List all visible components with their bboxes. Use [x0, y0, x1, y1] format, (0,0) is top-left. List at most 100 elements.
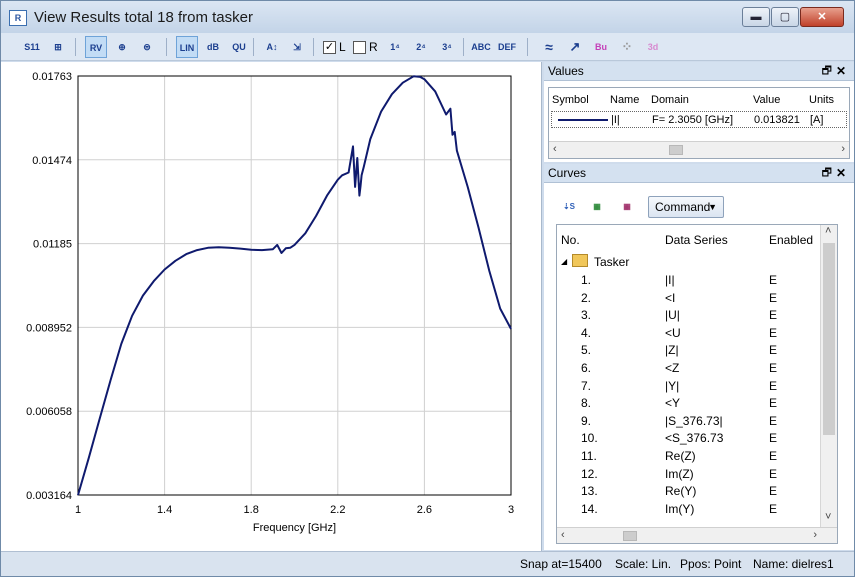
sort-curves-icon[interactable]: ⇣S — [558, 196, 580, 218]
curve-row[interactable]: 2. <I E — [557, 289, 819, 307]
smith-button[interactable]: ⊜ — [136, 36, 158, 58]
float-icon[interactable]: 🗗 — [822, 164, 832, 183]
split-button[interactable]: ⊞ — [47, 36, 69, 58]
curve-row[interactable]: 13. Re(Y) E — [557, 482, 819, 500]
window-title: View Results total 18 from tasker — [34, 9, 253, 26]
y-tick-label: 0.008952 — [26, 322, 72, 334]
folder-icon — [572, 254, 588, 267]
marker-def-button[interactable]: DEF — [496, 36, 518, 58]
export-button[interactable]: ↗ — [564, 36, 586, 58]
series-symbol-icon — [558, 119, 608, 121]
scroll-down-icon[interactable]: ˅ — [825, 511, 831, 523]
scroll-left-icon[interactable]: ‹ — [553, 143, 557, 155]
curve-row-series: <S_376.73 — [665, 431, 724, 446]
db-button[interactable]: dB — [202, 36, 224, 58]
polar-button[interactable]: ⊕ — [111, 36, 133, 58]
dots-button[interactable]: ⁘ — [616, 36, 638, 58]
curve-row-no: 8. — [581, 396, 592, 411]
scroll-right-icon[interactable]: › — [841, 143, 845, 155]
tree-group-tasker[interactable]: ◢ Tasker — [557, 253, 819, 271]
x-tick-label: 1.4 — [157, 504, 172, 516]
app-window: R View Results total 18 from tasker ▬ ▢ … — [0, 0, 855, 577]
close-icon[interactable]: ✕ — [836, 62, 846, 81]
curve-row-enabled: E — [769, 466, 778, 481]
marker2-button[interactable]: 2⁴ — [410, 36, 432, 58]
curve-row[interactable]: 3. |U| E — [557, 306, 819, 324]
curve-row-no: 10. — [581, 431, 598, 446]
curve-row[interactable]: 14. Im(Y) E — [557, 500, 819, 518]
title-bar[interactable]: R View Results total 18 from tasker ▬ ▢ … — [1, 1, 854, 33]
right-axis-checkbox[interactable] — [353, 41, 366, 54]
x-tick-label: 1.8 — [244, 504, 259, 516]
close-icon[interactable]: ✕ — [836, 164, 846, 183]
maximize-button[interactable]: ▢ — [771, 7, 799, 27]
x-tick-label: 2.2 — [330, 504, 345, 516]
expand-arrow-icon[interactable]: ◢ — [561, 257, 567, 266]
curve-row-no: 4. — [581, 325, 592, 340]
curve-row[interactable]: 12. Im(Z) E — [557, 465, 819, 483]
scroll-thumb[interactable] — [669, 145, 683, 155]
float-icon[interactable]: 🗗 — [822, 62, 832, 81]
plot-area[interactable]: 1 1.4 1.8 2.2 2.6 3 0.01763 0.01474 0.01185 0.008… — [1, 62, 542, 551]
scroll-left-icon[interactable]: ‹ — [561, 529, 565, 541]
left-axis-checkbox[interactable]: ✓ — [323, 41, 336, 54]
scroll-up-icon[interactable]: ˄ — [825, 225, 831, 237]
curve-row[interactable]: 4. <U E — [557, 324, 819, 342]
command-dropdown[interactable]: Command ▼ — [648, 196, 724, 218]
curve-row-enabled: E — [769, 325, 778, 340]
values-hscrollbar[interactable]: ‹ › — [549, 141, 849, 158]
curve-row-enabled: E — [769, 396, 778, 411]
curve-row[interactable]: 5. |Z| E — [557, 341, 819, 359]
y-tick-label: 0.003164 — [26, 490, 72, 502]
s11-button[interactable]: S11 — [21, 36, 43, 58]
axis-fit-button[interactable]: ⇲ — [286, 36, 308, 58]
values-row-name: |I| — [611, 114, 620, 126]
curves-vscrollbar[interactable]: ˄ ˅ — [820, 225, 837, 527]
curve-row[interactable]: 6. <Z E — [557, 359, 819, 377]
3d-button[interactable]: 3d — [642, 36, 664, 58]
toolbar-separator — [527, 38, 528, 56]
curve-row-no: 5. — [581, 343, 592, 358]
curve-row-series: <U — [665, 325, 681, 340]
wave-button[interactable]: ≈ — [538, 36, 560, 58]
bus-button[interactable]: Bu — [590, 36, 612, 58]
curve-row[interactable]: 9. |S_376.73| E — [557, 412, 819, 430]
curves-grid: No. Data Series Enabled ◢ Tasker 1. |I| E 2… — [556, 224, 838, 544]
lin-button[interactable]: LIN — [176, 36, 198, 58]
line-chart[interactable]: 1 1.4 1.8 2.2 2.6 3 0.01763 0.01474 0.01185 0.008… — [1, 62, 542, 551]
scroll-thumb[interactable] — [823, 243, 835, 435]
values-col-symbol: Symbol — [552, 94, 589, 106]
curve-row-series: Im(Y) — [665, 501, 695, 516]
curve-row-enabled: E — [769, 308, 778, 323]
y-tick-label: 0.01474 — [32, 155, 72, 167]
toolbar-separator — [75, 38, 76, 56]
zoom-fit-button[interactable]: RV — [85, 36, 107, 58]
curve-row[interactable]: 1. |I| E — [557, 271, 819, 289]
curve-row-series: |Z| — [665, 343, 679, 358]
minimize-button[interactable]: ▬ — [742, 7, 770, 27]
curves-col-enabled: Enabled — [769, 233, 814, 247]
series-line-0[interactable] — [77, 75, 512, 496]
values-col-units: Units — [809, 94, 835, 106]
qu-button[interactable]: QU — [228, 36, 250, 58]
grid-view-icon[interactable]: ▦ — [586, 196, 608, 218]
axis-a-button[interactable]: A↕ — [261, 36, 283, 58]
status-bar: Snap at=15400 Scale: Lin. Ppos: Point Na… — [1, 551, 854, 576]
curve-row-series: Im(Z) — [665, 466, 694, 481]
scroll-thumb[interactable] — [623, 531, 637, 541]
toolbar-separator — [463, 38, 464, 56]
marker-abc-button[interactable]: ABC — [470, 36, 492, 58]
grid-edit-icon[interactable]: ▦ — [616, 196, 638, 218]
close-button[interactable]: ✕ — [800, 7, 844, 27]
scroll-right-icon[interactable]: › — [813, 529, 817, 541]
marker3-button[interactable]: 3⁴ — [436, 36, 458, 58]
curve-row-enabled: E — [769, 431, 778, 446]
curve-row-enabled: E — [769, 361, 778, 375]
curves-hscrollbar[interactable]: ‹ › — [557, 527, 837, 543]
marker1-button[interactable]: 1⁴ — [384, 36, 406, 58]
curve-row[interactable]: 7. |Y| E — [557, 377, 819, 395]
curve-row[interactable]: 10. <S_376.73 E — [557, 429, 819, 447]
curve-row[interactable]: 11. Re(Z) E — [557, 447, 819, 465]
values-row[interactable]: |I| F= 2.3050 [GHz] 0.013821 [A] — [551, 111, 847, 128]
curve-row[interactable]: 8. <Y E — [557, 394, 819, 412]
